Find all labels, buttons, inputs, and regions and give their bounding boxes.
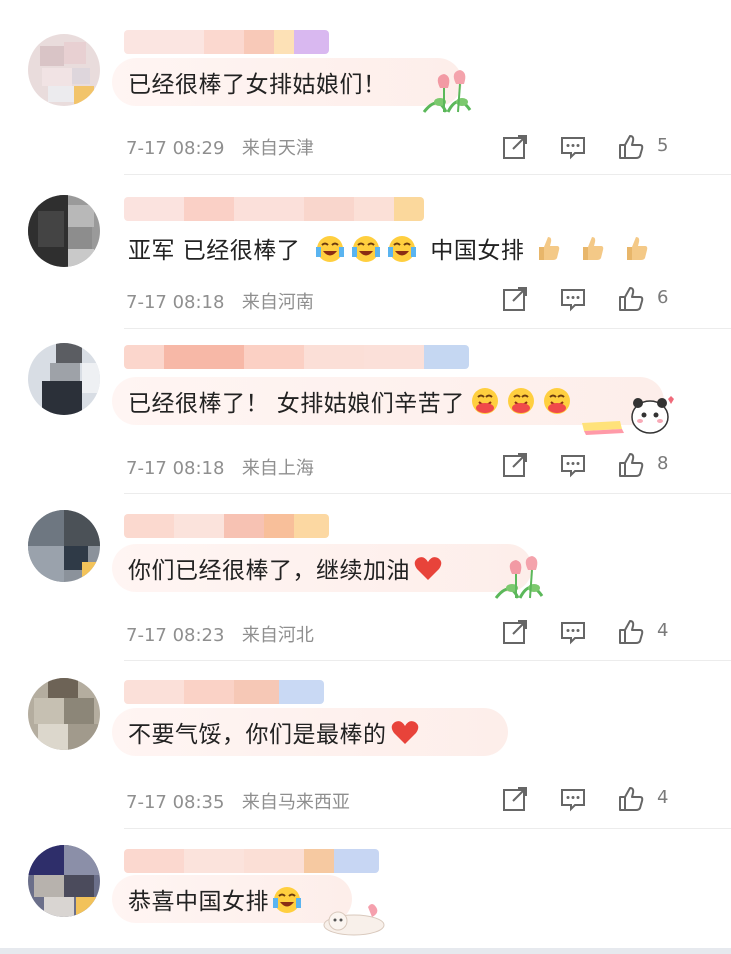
comment-date: 7-17 08:18 (126, 292, 225, 313)
comment-location: 来自天津 (241, 138, 314, 159)
tulip-sticker (422, 70, 472, 113)
avatar[interactable] (28, 34, 100, 106)
avatar[interactable] (28, 845, 100, 917)
like-count: 5 (657, 135, 669, 156)
thumbs-up-emoji (627, 237, 648, 260)
comment-text: 已经很棒了女排姑娘们！ (128, 72, 387, 98)
avatar[interactable] (28, 195, 100, 267)
comment-list: 已经很棒了女排姑娘们！ 7-17 08:29 来自天津 5 亚军 已经很棒了 中… (0, 0, 731, 954)
share-icon[interactable] (501, 451, 529, 479)
avatar[interactable] (28, 678, 100, 750)
comment-bubble: 你们已经很棒了，继续加油 (112, 544, 532, 592)
hug-emoji (471, 388, 498, 414)
comment-meta: 7-17 08:18 来自上海 (126, 454, 314, 480)
comment-date: 7-17 08:18 (126, 458, 225, 479)
comment-item: 已经很棒了！ 女排姑娘们辛苦了 7-17 08:18 来自上海 8 (0, 343, 731, 495)
like-icon[interactable] (617, 451, 645, 479)
comment-meta: 7-17 08:23 来自河北 (126, 621, 314, 647)
comment-meta: 7-17 08:18 来自河南 (126, 288, 314, 314)
comment-actions: 6 (501, 285, 721, 315)
divider (124, 493, 731, 494)
divider (124, 174, 731, 175)
comment-icon[interactable] (559, 285, 587, 313)
comment-location: 来自河北 (241, 625, 314, 646)
comment-bubble: 恭喜中国女排 (112, 875, 352, 923)
username[interactable] (124, 680, 324, 704)
divider (124, 328, 731, 329)
comment-meta: 7-17 08:29 来自天津 (126, 134, 314, 160)
crying-laugh-emoji (316, 236, 345, 262)
comment-location: 来自马来西亚 (241, 792, 350, 813)
comment-date: 7-17 08:29 (126, 138, 225, 159)
share-icon[interactable] (501, 785, 529, 813)
like-icon[interactable] (617, 133, 645, 161)
thumbs-up-emoji (539, 237, 560, 260)
heart-emoji (414, 557, 442, 580)
comment-actions: 5 (501, 133, 721, 163)
comment-text: 不要气馁，你们是最棒的 (128, 722, 387, 748)
like-icon[interactable] (617, 285, 645, 313)
comment-icon[interactable] (559, 785, 587, 813)
like-count: 8 (657, 453, 669, 474)
comment-actions: 4 (501, 785, 721, 815)
username[interactable] (124, 849, 379, 873)
username[interactable] (124, 197, 424, 221)
heart-emoji (391, 721, 418, 744)
crying-laugh-emoji (273, 887, 301, 913)
avatar[interactable] (28, 343, 100, 415)
crying-laugh-emoji (388, 236, 417, 262)
like-icon[interactable] (617, 618, 645, 646)
comment-text: 中国女排 (430, 238, 525, 264)
cat-sticker (323, 904, 385, 936)
comment-item: 你们已经很棒了，继续加油 7-17 08:23 来自河北 4 (0, 510, 731, 662)
comment-item: 已经很棒了女排姑娘们！ 7-17 08:29 来自天津 5 (0, 30, 731, 176)
like-count: 6 (657, 287, 669, 308)
comment-icon[interactable] (559, 618, 587, 646)
comment-meta: 7-17 08:35 来自马来西亚 (126, 788, 350, 814)
comment-date: 7-17 08:35 (126, 792, 225, 813)
like-count: 4 (657, 787, 669, 808)
username[interactable] (124, 345, 469, 369)
comment-item: 亚军 已经很棒了 中国女排 7-17 08:18 来自河南 6 (0, 195, 731, 330)
comment-item: 恭喜中国女排 (0, 845, 731, 945)
comment-text: 已经很棒了！ 女排姑娘们辛苦了 (128, 391, 465, 417)
tulip-sticker (494, 556, 544, 599)
comment-text: 亚军 已经很棒了 (128, 238, 301, 264)
username[interactable] (124, 514, 329, 538)
comment-icon[interactable] (559, 133, 587, 161)
comment-bubble: 不要气馁，你们是最棒的 (112, 708, 508, 756)
comment-icon[interactable] (559, 451, 587, 479)
comment-actions: 8 (501, 451, 721, 481)
like-icon[interactable] (617, 785, 645, 813)
share-icon[interactable] (501, 285, 529, 313)
comment-text: 恭喜中国女排 (128, 889, 269, 915)
share-icon[interactable] (501, 618, 529, 646)
crying-laugh-emoji (352, 236, 381, 262)
panda-sticker (582, 396, 674, 435)
comment-bubble: 亚军 已经很棒了 中国女排 (112, 224, 667, 272)
like-count: 4 (657, 620, 669, 641)
share-icon[interactable] (501, 133, 529, 161)
hug-emoji (543, 388, 570, 414)
divider (124, 660, 731, 661)
thumbs-up-emoji (583, 237, 604, 260)
comment-actions: 4 (501, 618, 721, 648)
avatar[interactable] (28, 510, 100, 582)
username[interactable] (124, 30, 329, 54)
comment-item: 不要气馁，你们是最棒的 7-17 08:35 来自马来西亚 4 (0, 678, 731, 830)
comment-date: 7-17 08:23 (126, 625, 225, 646)
comment-text: 你们已经很棒了，继续加油 (128, 558, 410, 584)
divider (124, 828, 731, 829)
bottom-bar (0, 948, 731, 954)
comment-location: 来自河南 (241, 292, 314, 313)
comment-location: 来自上海 (241, 458, 314, 479)
comment-bubble: 已经很棒了女排姑娘们！ (112, 58, 462, 106)
hug-emoji (507, 388, 534, 414)
